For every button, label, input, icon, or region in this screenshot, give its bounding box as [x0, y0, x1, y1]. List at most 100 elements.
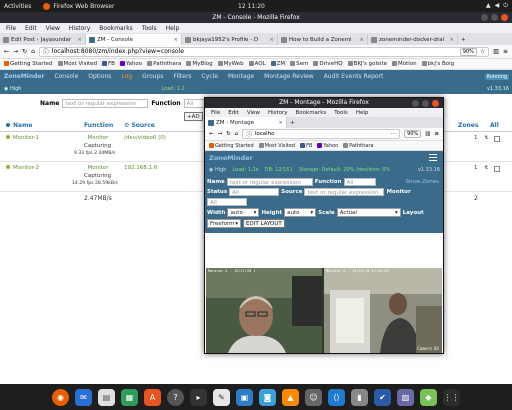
bookmark-item[interactable]: Most Visited	[57, 61, 97, 67]
col-source[interactable]: ⚙ Source	[124, 122, 155, 129]
help-dock-icon[interactable]: ?	[167, 388, 184, 406]
bookmark-item[interactable]: Yahoo	[317, 142, 338, 149]
nav-montage[interactable]: Montage	[228, 73, 254, 80]
running-state-button[interactable]: Running	[484, 73, 509, 80]
menu-bookmarks[interactable]: Bookmarks	[99, 25, 133, 32]
menu-file[interactable]: File	[211, 110, 220, 116]
url-bar[interactable]: ⓘ localho ⋯	[242, 129, 401, 139]
monitor-checkbox[interactable]	[494, 166, 500, 172]
home-icon[interactable]: ⌂	[31, 48, 35, 55]
camera-dock-icon[interactable]: ◙	[259, 388, 276, 406]
col-name[interactable]: Name	[6, 122, 32, 129]
maximize-button[interactable]	[491, 14, 498, 21]
monitor-zones[interactable]: 1	[474, 135, 478, 141]
clock[interactable]: 12 11:20	[238, 3, 265, 10]
people-dock-icon[interactable]: ☺	[305, 388, 322, 406]
menu-help[interactable]: Help	[166, 25, 180, 32]
monitor-name-link[interactable]: Monitor-1	[6, 135, 39, 141]
nav-groups[interactable]: Groups	[142, 73, 163, 80]
bookmark-item[interactable]: ZM	[270, 61, 285, 67]
montage-browser-window[interactable]: ZM - Montage - Mozilla Firefox File Edit…	[204, 97, 444, 354]
show-zones-link[interactable]: Show Zones	[406, 179, 439, 185]
status-filter-select[interactable]: All	[229, 188, 280, 196]
nav-montage-review[interactable]: Montage Review	[264, 73, 314, 80]
layout-select[interactable]: Freeform ▾	[207, 219, 241, 228]
close-tab-icon[interactable]: ×	[77, 37, 82, 43]
docs-dock-icon[interactable]: ✔	[374, 388, 391, 406]
bandwidth-high[interactable]: ◉ High	[4, 86, 21, 92]
reload-icon[interactable]: ↻	[22, 48, 27, 55]
close-tab-icon[interactable]: ×	[278, 120, 283, 126]
monitor-function[interactable]: Monitor	[86, 165, 110, 171]
forward-icon[interactable]: →	[13, 48, 18, 55]
bookmark-item[interactable]: Sem	[290, 61, 308, 67]
bandwidth-high[interactable]: ◉ High	[209, 167, 226, 173]
bookmark-item[interactable]: Motion	[392, 61, 417, 67]
menu-bookmarks[interactable]: Bookmarks	[296, 110, 327, 116]
back-icon[interactable]: ←	[4, 48, 9, 55]
nav-filters[interactable]: Filters	[174, 73, 192, 80]
bookmark-item[interactable]: bkj's Bolg	[421, 61, 454, 67]
appstore-dock-icon[interactable]: A	[144, 388, 161, 406]
monitor-2-feed[interactable]: Monitor-2 - 15/12/19 11:20:52 Camera 01	[324, 268, 442, 353]
bookmark-item[interactable]: AOL	[248, 61, 266, 67]
function-filter-select[interactable]: All	[343, 178, 376, 186]
name-filter-input[interactable]: text or regular expression	[226, 178, 313, 186]
bookmark-item[interactable]: Getting Started	[4, 61, 53, 67]
libreoffice-dock-icon[interactable]: ▦	[121, 388, 138, 406]
library-icon[interactable]: ▥	[425, 131, 430, 137]
home-icon[interactable]: ⌂	[235, 131, 239, 137]
menu-tools[interactable]: Tools	[142, 25, 157, 32]
zoom-level[interactable]: 90%	[459, 47, 477, 56]
vscode-dock-icon[interactable]: ⟨⟩	[328, 388, 345, 406]
hamburger-menu-icon[interactable]	[429, 154, 437, 163]
minimize-button[interactable]	[481, 14, 488, 21]
bookmark-item[interactable]: Getting Started	[209, 142, 254, 149]
usb-dock-icon[interactable]: ▮	[351, 388, 368, 406]
width-select[interactable]: auto ▾	[227, 208, 260, 217]
nav-audit-events[interactable]: Audit Events Report	[324, 73, 384, 80]
vm-dock-icon[interactable]: ▣	[236, 388, 253, 406]
name-filter-input[interactable]: text or regular expression	[62, 98, 149, 108]
bookmark-item[interactable]: Pathithara	[147, 61, 181, 67]
close-tab-icon[interactable]: ×	[173, 37, 178, 43]
monitor-name-link[interactable]: Monitor-2	[6, 165, 39, 171]
bookmark-item[interactable]: DriveHQ	[313, 61, 343, 67]
zm-brand[interactable]: ZoneMinder	[209, 154, 253, 162]
monitor-filter-select[interactable]: All	[207, 198, 247, 206]
bookmark-item[interactable]: FB	[102, 61, 115, 67]
col-function[interactable]: Function	[84, 122, 113, 129]
close-tab-icon[interactable]: ×	[449, 37, 454, 43]
android-dock-icon[interactable]: ◆	[420, 388, 437, 406]
nav-log[interactable]: Log	[121, 73, 132, 80]
monitor-source[interactable]: /dev/video0 (0)	[124, 135, 166, 141]
bookmark-star-icon[interactable]: ☆	[480, 48, 485, 55]
expand-icon[interactable]: ↯	[484, 135, 489, 141]
nav-console[interactable]: Console	[54, 73, 78, 80]
monitor-checkbox[interactable]	[494, 136, 500, 142]
zm-brand[interactable]: ZoneMinder	[4, 73, 44, 80]
close-button[interactable]	[432, 100, 439, 107]
bookmark-item[interactable]: MyBlog	[186, 61, 213, 67]
tab-zm-console[interactable]: ZM - Console ×	[86, 34, 182, 45]
tab-profile[interactable]: bkjaya1952's Profile - D ×	[182, 34, 278, 45]
image-dock-icon[interactable]: ▨	[397, 388, 414, 406]
monitor-source[interactable]: 192.168.1.6	[124, 165, 157, 171]
col-all[interactable]: All	[490, 122, 499, 129]
zoom-level[interactable]: 90%	[404, 130, 422, 138]
expand-icon[interactable]: ↯	[484, 165, 489, 171]
tab-edit-post[interactable]: Edit Post ‹ Jayasundar ×	[0, 34, 86, 45]
vlc-dock-icon[interactable]: ▲	[282, 388, 299, 406]
menu-tools[interactable]: Tools	[334, 110, 348, 116]
close-button[interactable]	[501, 14, 508, 21]
tab-how-to-build[interactable]: How to Build a Zonemi ×	[278, 34, 368, 45]
tab-zm-montage[interactable]: ZM - Montage ×	[205, 117, 287, 128]
close-tab-icon[interactable]: ×	[269, 37, 274, 43]
more-icon[interactable]: ⋯	[391, 131, 397, 137]
nav-cycle[interactable]: Cycle	[202, 73, 218, 80]
forward-icon[interactable]: →	[218, 131, 223, 137]
monitor-1-feed[interactable]: Monitor-1 - 12/17/20 1	[206, 268, 322, 353]
library-icon[interactable]: ▥	[493, 48, 499, 55]
show-apps-dock-icon[interactable]: ⋮⋮	[443, 388, 460, 406]
menu-edit[interactable]: Edit	[228, 110, 239, 116]
